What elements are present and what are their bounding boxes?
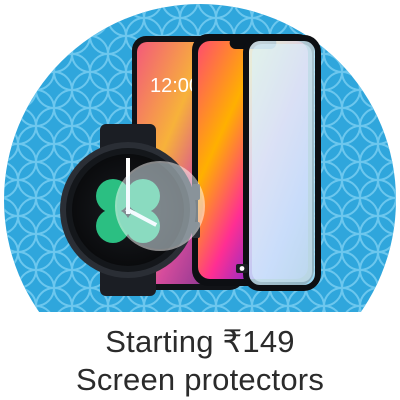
category-label[interactable]: Screen protectors <box>0 361 400 399</box>
screen-protector-glass <box>236 35 321 291</box>
product-hero-image[interactable]: 12:00 <box>0 0 400 312</box>
camera-icon <box>236 264 248 273</box>
screen-protectors-tile[interactable]: 12:00 Starting ₹149 Screen protectors <box>0 0 400 400</box>
price-label: Starting ₹149 <box>105 324 295 359</box>
hero-illustration: 12:00 <box>4 4 396 312</box>
